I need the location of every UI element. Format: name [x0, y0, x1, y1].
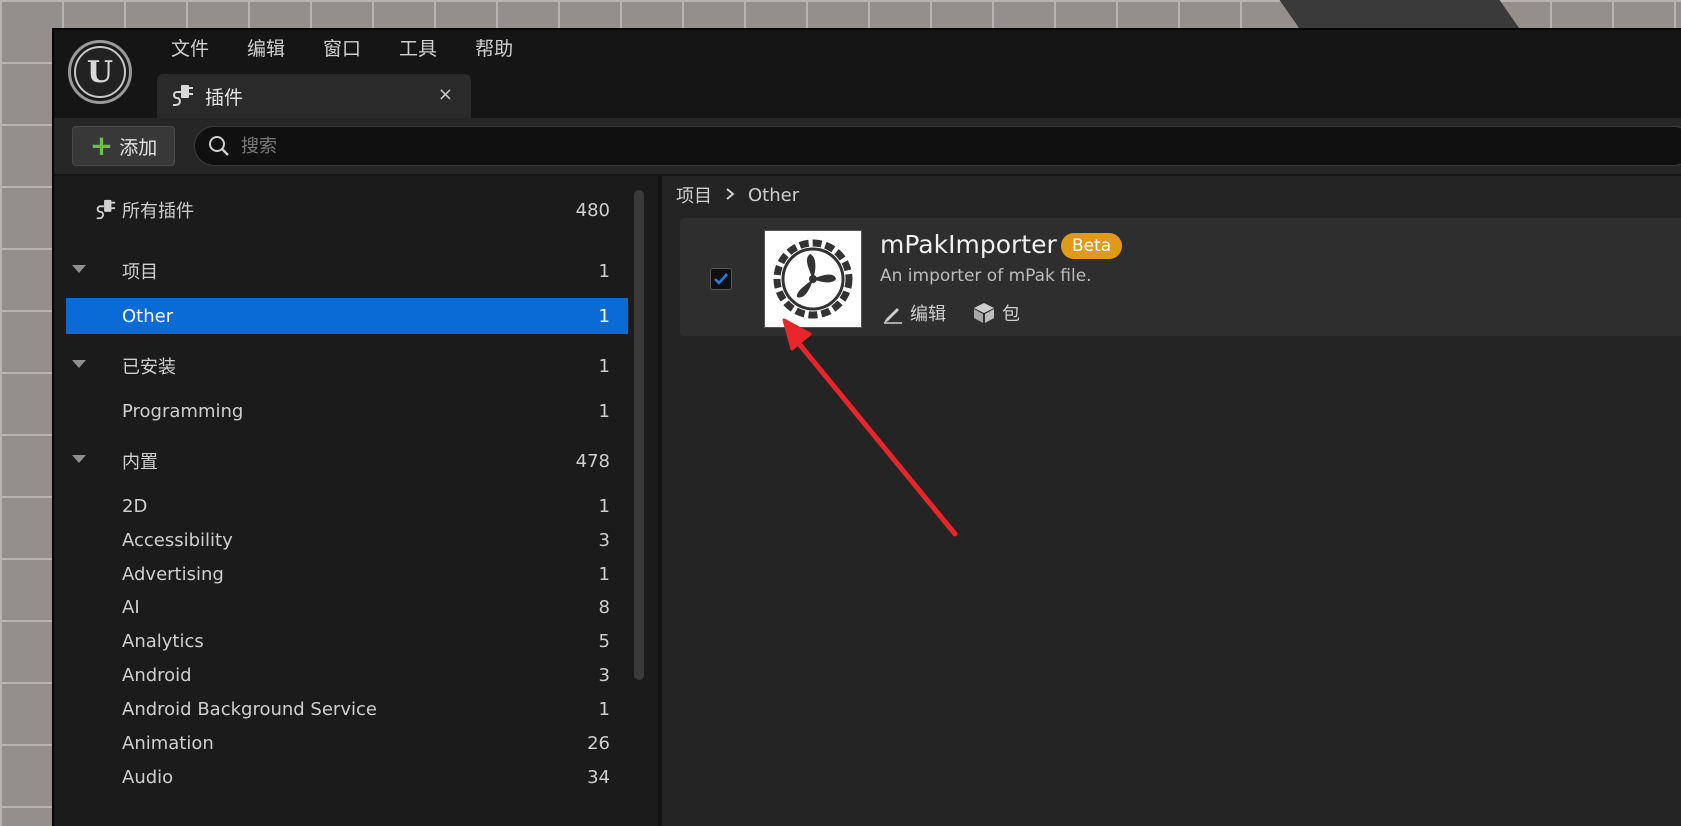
breadcrumb-root[interactable]: 项目 — [676, 182, 712, 208]
search-icon — [207, 133, 233, 159]
caret-down-icon[interactable] — [72, 455, 86, 463]
sidebar-item-count: 480 — [575, 199, 610, 221]
sidebar-item-count: 8 — [598, 596, 610, 618]
sidebar-group-built-in[interactable]: 内置 478 — [66, 443, 628, 479]
sidebar-item-label: Advertising — [122, 563, 224, 585]
unreal-logo-icon: U — [74, 46, 126, 98]
sidebar-item-count: 1 — [598, 698, 610, 720]
caret-down-icon[interactable] — [72, 265, 86, 273]
sidebar-item-count: 478 — [575, 450, 610, 472]
sidebar-item-android-background-service[interactable]: Android Background Service 1 — [66, 691, 628, 727]
sidebar-item-label: Other — [122, 305, 174, 327]
checkmark-icon — [714, 273, 728, 285]
plugin-list-panel: 项目 Other mPakImporter Beta An importer o… — [662, 176, 1681, 826]
propeller-gear-icon — [773, 239, 853, 319]
add-button-label: 添加 — [119, 136, 158, 159]
sidebar-item-programming[interactable]: Programming 1 — [66, 393, 628, 429]
package-plugin-button[interactable]: 包 — [972, 300, 1020, 326]
beta-badge: Beta — [1061, 233, 1123, 259]
tab-plugins[interactable]: 插件 × — [157, 74, 471, 118]
plugins-window: U 文件 编辑 窗口 工具 帮助 插件 × + 添加 搜索 所有插件 480 项… — [52, 28, 1681, 826]
close-icon[interactable]: × — [438, 84, 453, 105]
package-icon — [974, 303, 994, 323]
sidebar-item-label: Analytics — [122, 630, 204, 652]
toolbar: + 添加 — [54, 118, 1681, 174]
package-plugin-label: 包 — [1002, 304, 1020, 325]
sidebar-item-label: 内置 — [122, 452, 158, 473]
plug-icon — [169, 83, 195, 109]
sidebar-item-ai[interactable]: AI 8 — [66, 589, 628, 625]
sidebar-item-other[interactable]: Other 1 — [66, 298, 628, 334]
sidebar-item-accessibility[interactable]: Accessibility 3 — [66, 522, 628, 558]
sidebar-item-count: 1 — [598, 400, 610, 422]
breadcrumb: 项目 Other — [676, 176, 799, 214]
menu-edit[interactable]: 编辑 — [228, 30, 304, 68]
sidebar-item-advertising[interactable]: Advertising 1 — [66, 556, 628, 592]
unreal-logo[interactable]: U — [68, 40, 132, 104]
chevron-right-icon — [724, 186, 736, 205]
sidebar-item-2d[interactable]: 2D 1 — [66, 488, 628, 524]
sidebar-item-count: 1 — [598, 260, 610, 282]
search-input[interactable] — [241, 135, 1641, 157]
sidebar-item-count: 1 — [598, 495, 610, 517]
tab-label: 插件 — [205, 86, 244, 109]
sidebar-item-label: 已安装 — [122, 357, 176, 378]
sidebar-item-label: AI — [122, 596, 140, 618]
plugin-name: mPakImporter — [880, 230, 1057, 259]
plugin-description: An importer of mPak file. — [880, 266, 1092, 286]
sidebar-group-installed[interactable]: 已安装 1 — [66, 348, 628, 384]
viewport-background-strip — [1279, 0, 1521, 30]
plugin-card: mPakImporter Beta An importer of mPak fi… — [680, 218, 1681, 336]
sidebar-scrollbar[interactable] — [634, 190, 644, 680]
sidebar-item-label: Audio — [122, 766, 174, 788]
menu-help[interactable]: 帮助 — [456, 30, 532, 68]
edit-plugin-button[interactable]: 编辑 — [882, 300, 946, 326]
sidebar-item-animation[interactable]: Animation 26 — [66, 725, 628, 761]
sidebar-item-label: Accessibility — [122, 529, 233, 551]
sidebar-item-count: 34 — [587, 766, 610, 788]
sidebar-item-count: 1 — [598, 563, 610, 585]
menubar: 文件 编辑 窗口 工具 帮助 — [152, 30, 532, 68]
caret-down-icon[interactable] — [72, 360, 86, 368]
menu-window[interactable]: 窗口 — [304, 30, 380, 68]
sidebar-item-label: Animation — [122, 732, 214, 754]
breadcrumb-leaf[interactable]: Other — [748, 185, 799, 206]
sidebar-item-label: 所有插件 — [122, 201, 194, 222]
sidebar-item-count: 1 — [598, 355, 610, 377]
sidebar-item-count: 26 — [587, 732, 610, 754]
sidebar-item-count: 3 — [598, 529, 610, 551]
sidebar-item-count: 5 — [598, 630, 610, 652]
sidebar-scrollbar-thumb[interactable] — [634, 190, 644, 680]
sidebar-item-audio[interactable]: Audio 34 — [66, 759, 628, 795]
plugin-thumbnail — [764, 230, 862, 328]
sidebar-item-all-plugins[interactable]: 所有插件 480 — [66, 192, 628, 228]
menu-file[interactable]: 文件 — [152, 30, 228, 68]
sidebar-group-project[interactable]: 项目 1 — [66, 253, 628, 289]
sidebar-item-label: 2D — [122, 495, 148, 517]
sidebar-item-count: 3 — [598, 664, 610, 686]
plug-icon — [94, 198, 116, 226]
plus-icon: + — [89, 129, 114, 162]
sidebar-item-label: 项目 — [122, 262, 158, 283]
pencil-icon — [884, 308, 902, 324]
sidebar-item-analytics[interactable]: Analytics 5 — [66, 623, 628, 659]
sidebar-item-count: 1 — [598, 305, 610, 327]
search-box[interactable] — [194, 126, 1681, 166]
sidebar-item-android[interactable]: Android 3 — [66, 657, 628, 693]
sidebar-item-label: Android Background Service — [122, 698, 377, 720]
plugin-category-sidebar: 所有插件 480 项目 1 Other 1 已安装 1 Programming … — [54, 176, 658, 826]
sidebar-item-label: Programming — [122, 400, 244, 422]
sidebar-item-label: Android — [122, 664, 192, 686]
add-button[interactable]: + 添加 — [72, 126, 175, 166]
plugin-enabled-checkbox[interactable] — [710, 268, 732, 290]
edit-plugin-label: 编辑 — [910, 304, 946, 325]
menu-tools[interactable]: 工具 — [380, 30, 456, 68]
